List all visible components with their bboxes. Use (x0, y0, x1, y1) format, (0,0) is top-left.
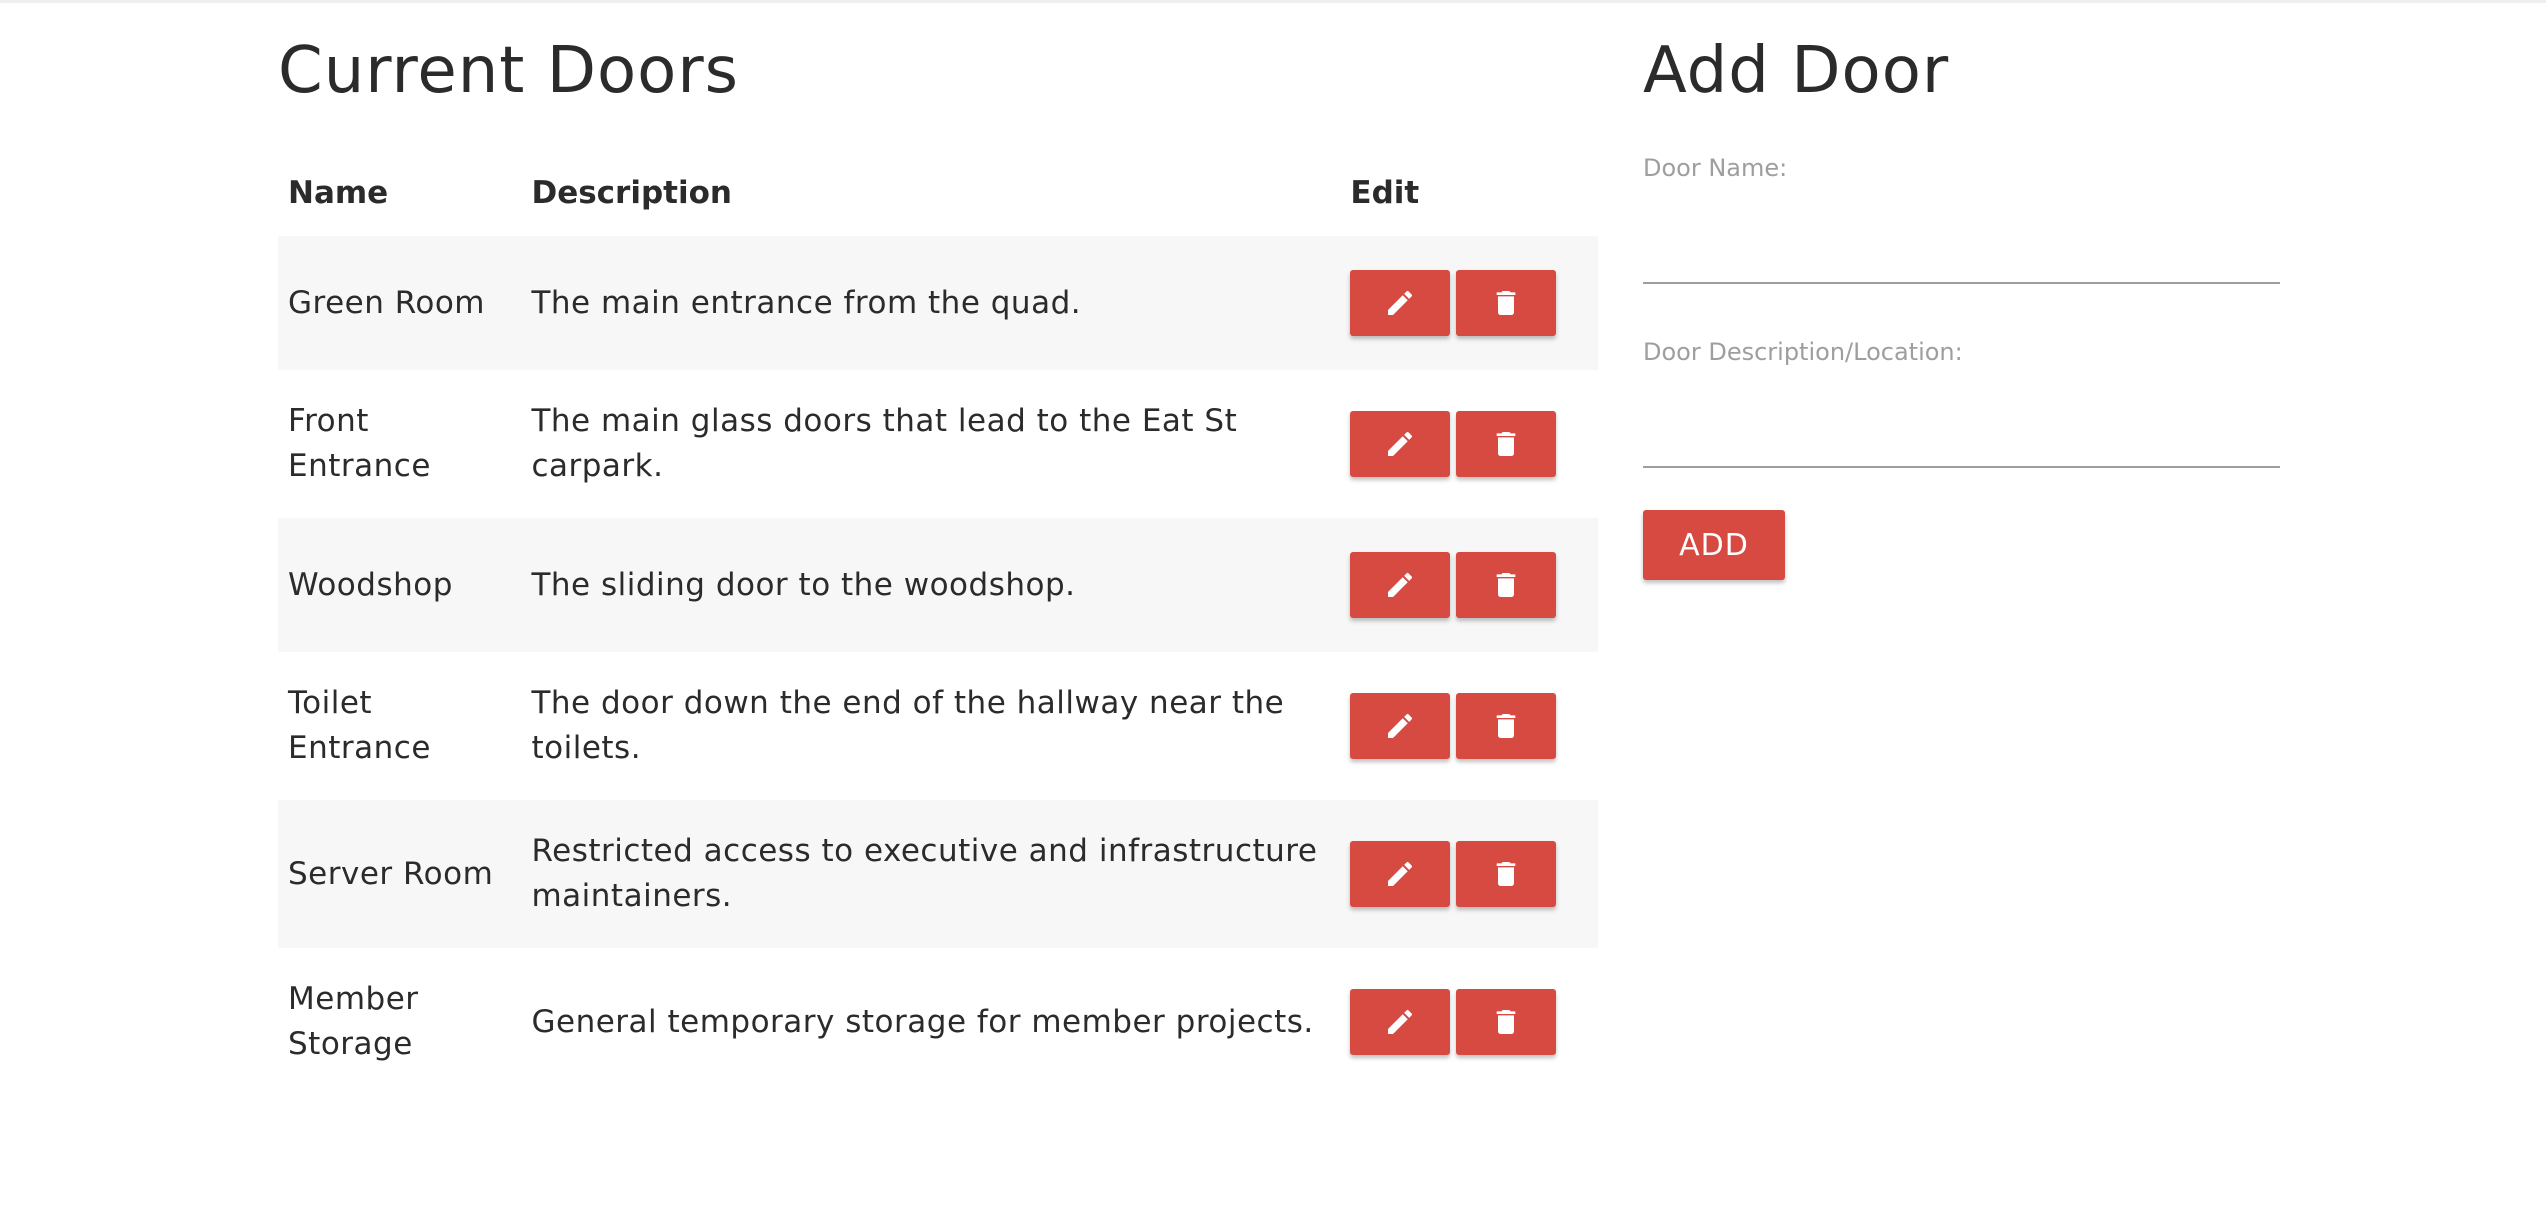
table-row: Woodshop The sliding door to the woodshop… (278, 518, 1598, 652)
door-actions-cell (1340, 800, 1598, 948)
door-name-input[interactable] (1643, 232, 2280, 284)
pencil-icon (1384, 858, 1416, 890)
door-name: Toilet Entrance (288, 685, 431, 766)
edit-door-button[interactable] (1350, 693, 1451, 759)
door-description-cell: The door down the end of the hallway nea… (521, 652, 1340, 800)
edit-door-button[interactable] (1350, 552, 1451, 618)
door-description-cell: Restricted access to executive and infra… (521, 800, 1340, 948)
door-name-cell: Member Storage (278, 948, 521, 1096)
door-name-cell: Server Room (278, 800, 521, 948)
trash-icon (1490, 428, 1522, 460)
door-name: Woodshop (288, 566, 453, 603)
table-row: Toilet Entrance The door down the end of … (278, 652, 1598, 800)
pencil-icon (1384, 428, 1416, 460)
door-description-cell: General temporary storage for member pro… (521, 948, 1340, 1096)
trash-icon (1490, 287, 1522, 319)
column-header-description: Description (531, 175, 732, 211)
door-name-cell: Woodshop (278, 518, 521, 652)
door-description-input[interactable] (1643, 416, 2280, 468)
door-actions-cell (1340, 652, 1598, 800)
column-header-name: Name (288, 175, 389, 211)
door-name-cell: Toilet Entrance (278, 652, 521, 800)
door-description-cell: The sliding door to the woodshop. (521, 518, 1340, 652)
door-name: Server Room (288, 855, 494, 892)
door-description: The main glass doors that lead to the Ea… (531, 403, 1238, 484)
table-row: Member Storage General temporary storage … (278, 948, 1598, 1096)
trash-icon (1490, 710, 1522, 742)
edit-door-button[interactable] (1350, 989, 1451, 1055)
add-door-button[interactable]: ADD (1643, 510, 1785, 580)
edit-door-button[interactable] (1350, 411, 1451, 477)
edit-door-button[interactable] (1350, 270, 1451, 336)
door-description-cell: The main entrance from the quad. (521, 236, 1340, 370)
door-description-cell: The main glass doors that lead to the Ea… (521, 370, 1340, 518)
door-actions-cell (1340, 518, 1598, 652)
door-name-label: Door Name: (1643, 154, 1788, 182)
delete-door-button[interactable] (1456, 552, 1557, 618)
table-header-row: Name Description Edit (278, 150, 1598, 236)
pencil-icon (1384, 710, 1416, 742)
door-name-cell: Front Entrance (278, 370, 521, 518)
doors-table: Name Description Edit Green Room The main… (278, 150, 1598, 1096)
delete-door-button[interactable] (1456, 411, 1557, 477)
pencil-icon (1384, 287, 1416, 319)
table-row: Green Room The main entrance from the qua… (278, 236, 1598, 370)
door-description: The door down the end of the hallway nea… (531, 685, 1285, 766)
door-description: General temporary storage for member pro… (531, 1003, 1314, 1040)
door-name: Front Entrance (288, 403, 431, 484)
trash-icon (1490, 858, 1522, 890)
door-description: Restricted access to executive and infra… (531, 833, 1318, 914)
door-name-cell: Green Room (278, 236, 521, 370)
pencil-icon (1384, 569, 1416, 601)
edit-door-button[interactable] (1350, 841, 1451, 907)
delete-door-button[interactable] (1456, 270, 1557, 336)
add-door-title: Add Door (1643, 34, 1950, 108)
current-doors-title: Current Doors (278, 34, 739, 108)
table-row: Front Entrance The main glass doors that … (278, 370, 1598, 518)
doors-table-body: Green Room The main entrance from the qua… (278, 236, 1598, 1096)
door-description-label: Door Description/Location: (1643, 338, 1963, 366)
door-name: Member Storage (288, 981, 419, 1062)
door-description: The main entrance from the quad. (531, 284, 1082, 321)
door-actions-cell (1340, 236, 1598, 370)
delete-door-button[interactable] (1456, 841, 1557, 907)
trash-icon (1490, 569, 1522, 601)
delete-door-button[interactable] (1456, 693, 1557, 759)
pencil-icon (1384, 1006, 1416, 1038)
door-description: The sliding door to the woodshop. (531, 566, 1076, 603)
table-row: Server Room Restricted access to executiv… (278, 800, 1598, 948)
door-actions-cell (1340, 948, 1598, 1096)
trash-icon (1490, 1006, 1522, 1038)
door-actions-cell (1340, 370, 1598, 518)
top-divider (0, 0, 2546, 3)
delete-door-button[interactable] (1456, 989, 1557, 1055)
column-header-edit: Edit (1350, 175, 1420, 211)
door-name: Green Room (288, 284, 486, 321)
